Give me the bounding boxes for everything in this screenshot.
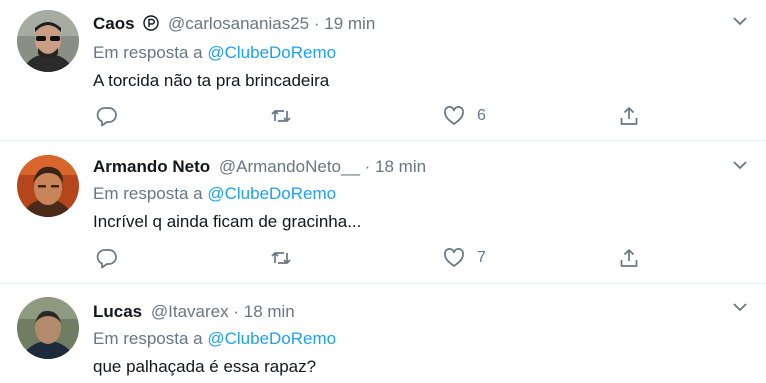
chevron-down-icon[interactable] [732,302,748,312]
tweet-header: Lucas @Itavarex · 18 min [93,302,295,321]
reply-button[interactable] [96,102,118,130]
avatar[interactable] [17,155,79,217]
tweet-text: A torcida não ta pra brincadeira [93,71,330,90]
display-name[interactable]: Armando Neto [93,157,210,176]
mention-link[interactable]: @ClubeDoRemo [207,43,336,62]
user-handle[interactable]: @ArmandoNeto__ [219,157,360,176]
reply-context: Em resposta a @ClubeDoRemo [93,43,337,62]
like-button[interactable]: 7 [443,244,486,272]
retweet-icon [271,252,291,264]
tweet-text: Incrível q ainda ficam de gracinha... [93,212,362,231]
share-icon [620,249,638,267]
tweet-header: Caos @carlosananias25 · 19 min [93,12,746,38]
timestamp[interactable]: 18 min [375,157,426,176]
tweet[interactable]: Lucas @Itavarex · 18 min Em resposta a @… [0,285,766,383]
heart-icon [444,248,464,267]
timestamp[interactable]: 19 min [324,14,375,33]
mention-link[interactable]: @ClubeDoRemo [207,184,336,203]
like-button[interactable]: 6 [443,102,486,130]
reply-icon [96,249,117,269]
retweet-icon [271,110,291,122]
user-handle[interactable]: @Itavarex [151,302,229,321]
reply-button[interactable] [96,244,118,272]
timestamp[interactable]: 18 min [244,302,295,321]
tweet-text: que palhaçada é essa rapaz? [93,357,317,376]
like-count: 7 [477,249,486,266]
retweet-button[interactable] [270,244,292,272]
tweet-actions: 7 [93,244,766,272]
avatar[interactable] [17,10,79,72]
like-count: 6 [477,107,486,124]
parler-p-icon [143,14,160,38]
tweet[interactable]: Caos @carlosananias25 · 19 min Em respos… [0,0,766,141]
mention-link[interactable]: @ClubeDoRemo [207,329,336,348]
share-button[interactable] [618,102,640,130]
tweet[interactable]: Armando Neto @ArmandoNeto__ · 18 min Em … [0,142,766,284]
retweet-button[interactable] [270,102,292,130]
avatar[interactable] [17,297,79,359]
reply-icon [96,107,117,127]
share-icon [620,107,638,125]
chevron-down-icon[interactable] [732,160,748,170]
tweet-header: Armando Neto @ArmandoNeto__ · 18 min [93,157,427,176]
heart-icon [444,106,464,125]
reply-context: Em resposta a @ClubeDoRemo [93,329,337,348]
share-button[interactable] [618,244,640,272]
tweet-actions: 6 [93,102,766,130]
display-name[interactable]: Lucas [93,302,142,321]
chevron-down-icon[interactable] [732,16,748,26]
reply-context: Em resposta a @ClubeDoRemo [93,184,337,203]
display-name[interactable]: Caos [93,14,135,33]
user-handle[interactable]: @carlosananias25 [168,14,309,33]
